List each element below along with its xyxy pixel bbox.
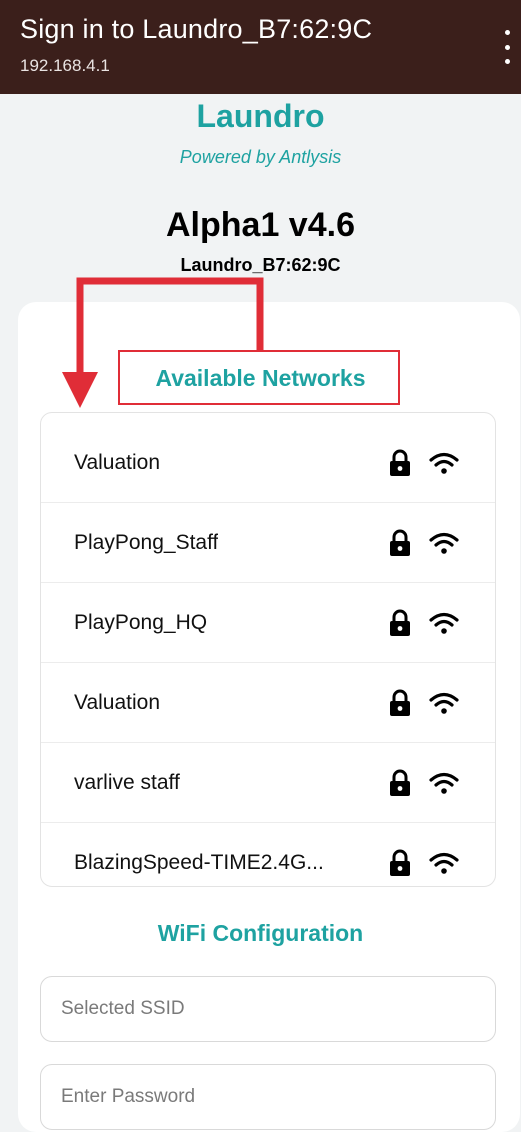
address-text: 192.168.4.1 [20, 56, 110, 75]
network-ssid: varlive staff [74, 770, 180, 794]
lock-icon [390, 529, 410, 556]
network-list[interactable]: Valuation PlayPong_Staff PlayPong_HQ Val… [40, 412, 496, 887]
network-item[interactable]: varlive staff [41, 743, 495, 823]
network-item[interactable]: PlayPong_Staff [41, 503, 495, 583]
wifi-icon [429, 532, 459, 554]
more-options-icon[interactable] [499, 30, 515, 64]
brand-name: Laundro [196, 98, 325, 134]
device-id: Laundro_B7:62:9C [180, 255, 341, 275]
lock-icon [390, 849, 410, 876]
annotation-highlight-box [118, 350, 400, 405]
password-input[interactable] [40, 1064, 496, 1130]
network-ssid: BlazingSpeed-TIME2.4G... [74, 850, 324, 874]
lock-icon [390, 689, 410, 716]
wifi-icon [429, 852, 459, 874]
network-item[interactable]: Valuation [41, 423, 495, 503]
wifi-icon [429, 692, 459, 714]
network-ssid: Valuation [74, 690, 161, 714]
window-title: Sign in to Laundro_B7:62:9C [20, 14, 373, 44]
wifi-icon [429, 452, 459, 474]
network-item[interactable]: Valuation [41, 663, 495, 743]
lock-icon [390, 609, 410, 636]
wifi-configuration-heading: WiFi Configuration [157, 920, 364, 946]
lock-icon [390, 449, 410, 476]
captive-portal-topbar: Sign in to Laundro_B7:62:9C 192.168.4.1 [0, 0, 521, 94]
device-title: Alpha1 v4.6 [166, 206, 355, 244]
network-item[interactable]: BlazingSpeed-TIME2.4G... [41, 823, 495, 886]
network-ssid: PlayPong_HQ [74, 610, 208, 634]
wifi-icon [429, 772, 459, 794]
lock-icon [390, 769, 410, 796]
wifi-icon [429, 612, 459, 634]
network-ssid: PlayPong_Staff [74, 530, 219, 554]
network-ssid: Valuation [74, 450, 161, 474]
network-item[interactable]: PlayPong_HQ [41, 583, 495, 663]
selected-ssid-input[interactable] [40, 976, 496, 1042]
brand-tagline: Powered by Antlysis [179, 147, 342, 167]
